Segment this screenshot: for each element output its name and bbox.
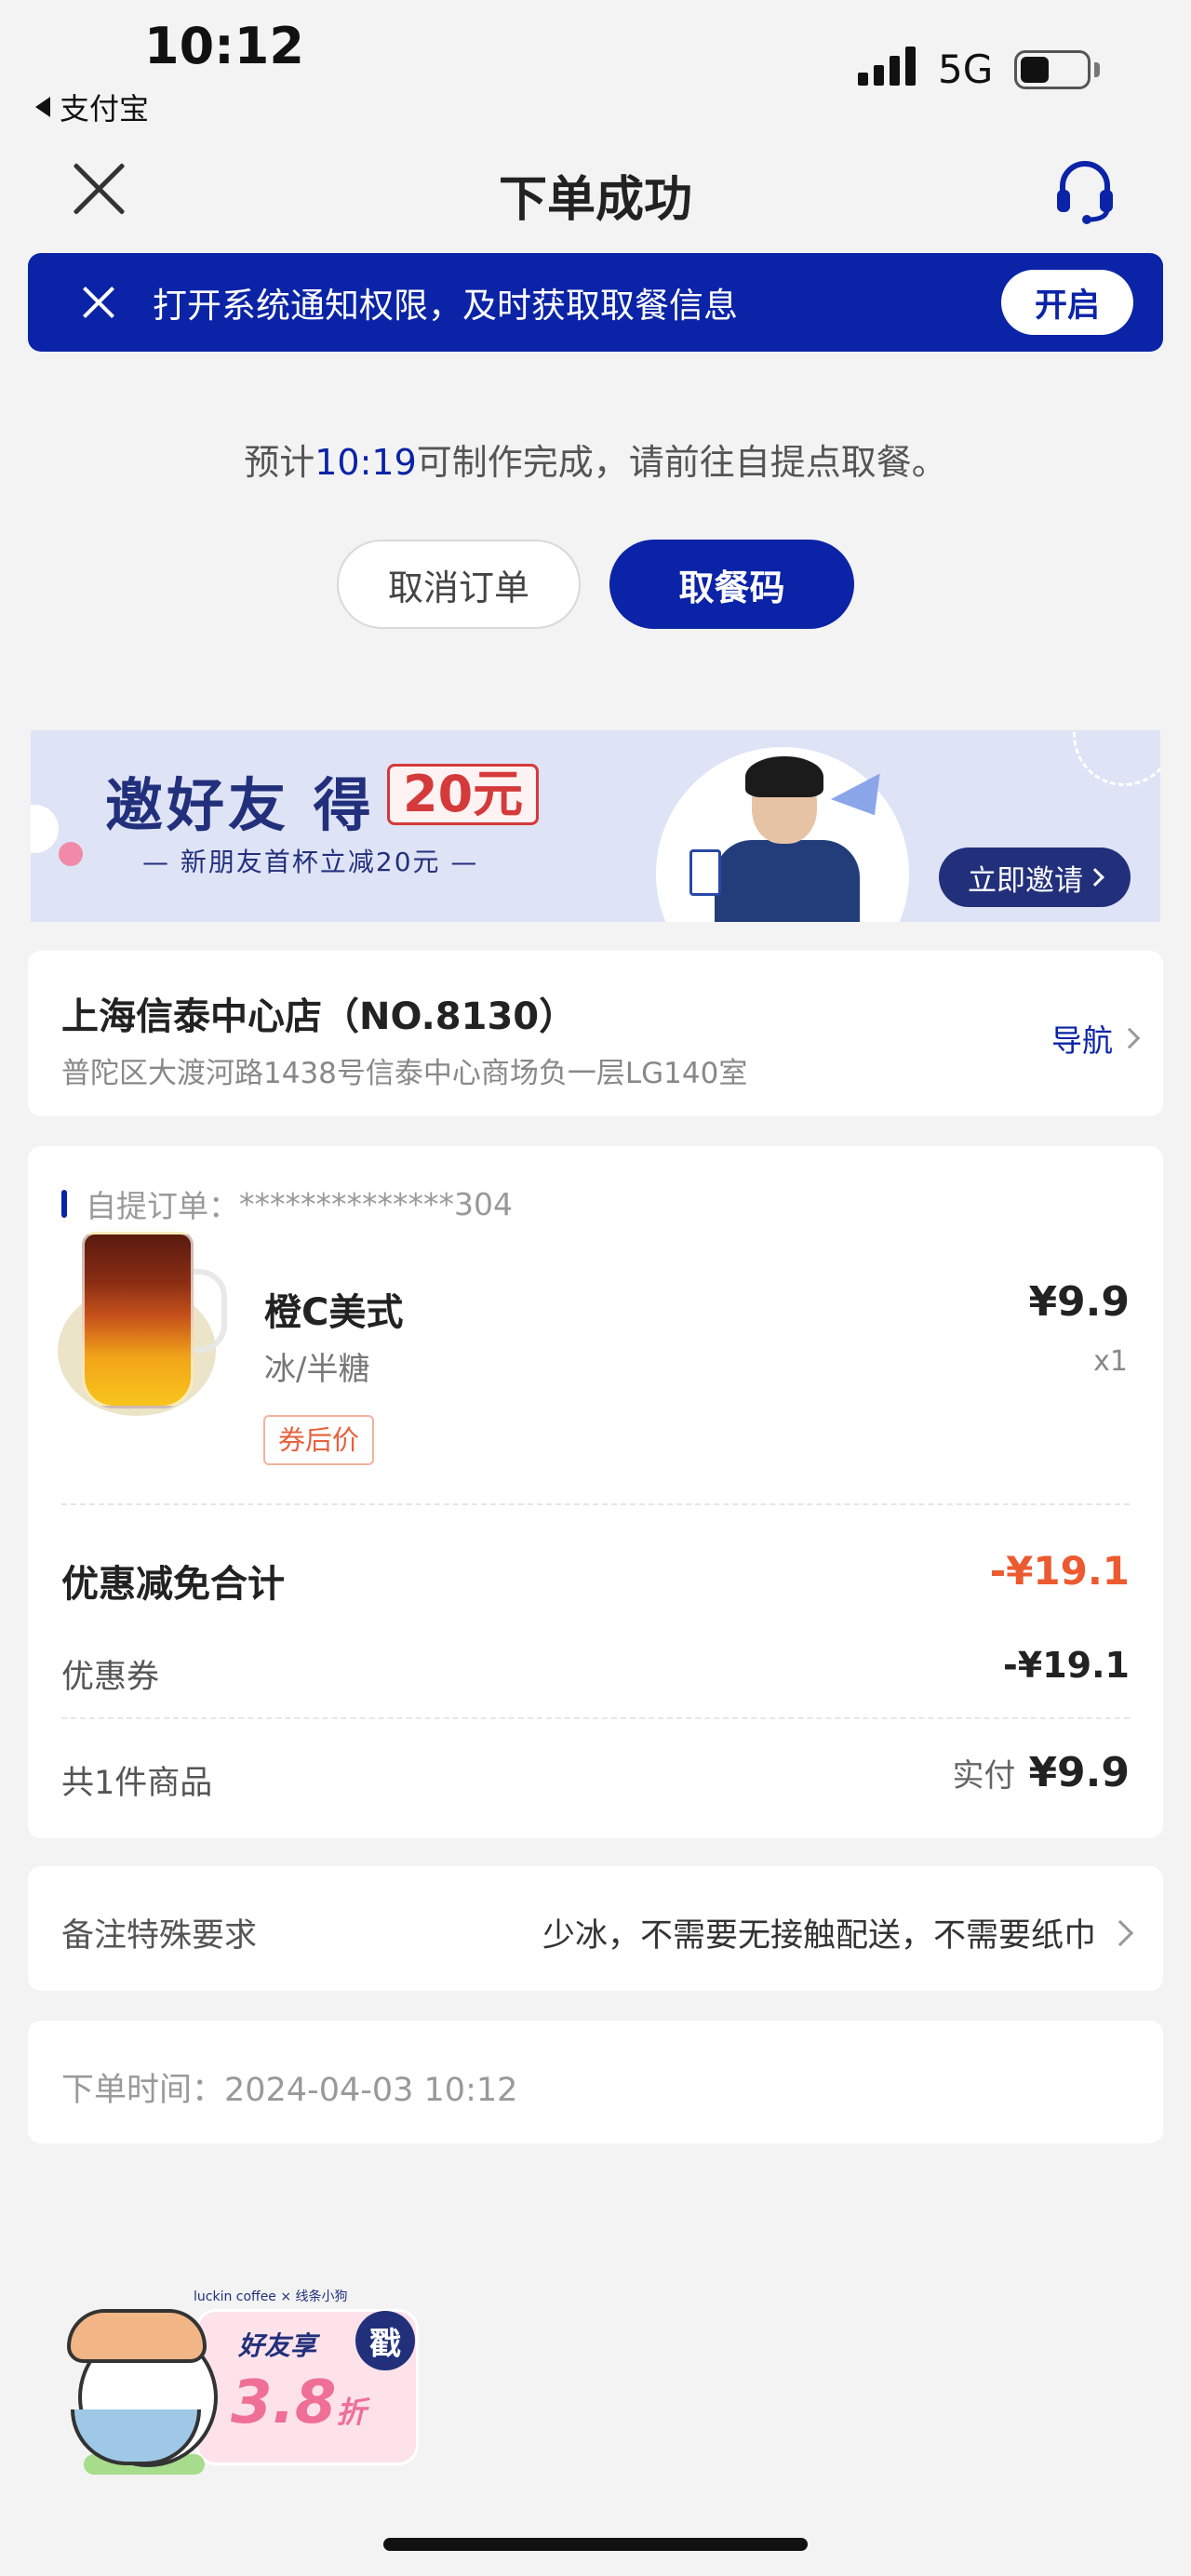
product-mug [82, 1232, 194, 1408]
signal-icon [858, 47, 916, 86]
product-image [56, 1232, 227, 1418]
enable-notification-button[interactable]: 开启 [1001, 270, 1133, 335]
eta-time: 10:19 [314, 442, 417, 483]
notice-text: 打开系统通知权限，及时获取取餐信息 [153, 286, 738, 326]
invite-now-button[interactable]: 立即邀请 [939, 848, 1131, 907]
bear-hat [67, 2309, 207, 2363]
product-name: 橙C美式 [264, 1291, 404, 1334]
spokesperson-hair [745, 756, 823, 797]
promo-sticker[interactable]: luckin coffee × 线条小狗 好友享 3.8折 戳 [65, 2289, 428, 2475]
promo-text: 好友享 [238, 2330, 317, 2361]
invite-title: 邀好友 得 [105, 771, 375, 839]
chevron-right-icon [1106, 1919, 1134, 1946]
invite-friends-banner[interactable]: 邀好友 得 20元 — 新朋友首杯立减20元 — 立即邀请 [31, 730, 1160, 922]
back-app-label: 支付宝 [60, 91, 150, 127]
close-icon[interactable] [70, 160, 127, 218]
battery-icon [1014, 50, 1091, 89]
coupon-price-badge: 券后价 [263, 1415, 375, 1465]
cancel-order-button[interactable]: 取消订单 [337, 540, 581, 629]
paid-value: ¥9.9 [1028, 1749, 1130, 1796]
order-card: 自提订单： **************304 橙C美式 冰/半糖 券后价 ¥9… [28, 1146, 1163, 1838]
status-time: 10:12 [144, 17, 304, 75]
store-name: 上海信泰中心店（NO.8130） [61, 995, 577, 1038]
battery-cap [1094, 62, 1100, 77]
eta-suffix: 可制作完成，请前往自提点取餐。 [416, 442, 947, 483]
paid-label: 实付 [952, 1757, 1016, 1795]
order-header: 自提订单： **************304 [61, 1181, 513, 1226]
invite-amount: 20元 [387, 764, 540, 825]
chevron-right-icon [1086, 868, 1104, 887]
eta-prefix: 预计 [244, 442, 315, 483]
coffee-cup-icon [689, 849, 721, 896]
divider [61, 1503, 1130, 1505]
promo-discount: 3.8折 [231, 2369, 366, 2437]
home-indicator[interactable] [383, 2538, 808, 2551]
invite-now-label: 立即邀请 [968, 863, 1083, 898]
product-price: ¥9.9 [1028, 1278, 1130, 1326]
shell-decor-icon [1073, 730, 1160, 786]
promo-brand: luckin coffee × 线条小狗 [194, 2289, 348, 2304]
spokesperson-image [715, 840, 860, 922]
order-time: 下单时间：2024-04-03 10:12 [61, 2072, 518, 2109]
invite-subtitle: — 新朋友首杯立减20元 — [142, 847, 479, 877]
notification-permission-banner: 打开系统通知权限，及时获取取餐信息 开启 [28, 253, 1163, 352]
chevron-right-icon [1118, 1027, 1141, 1049]
product-quantity: x1 [1093, 1345, 1128, 1378]
item-count-label: 共1件商品 [61, 1765, 213, 1802]
navigate-link[interactable]: 导航 [1051, 1016, 1141, 1061]
eta-message: 预计10:19可制作完成，请前往自提点取餐。 [0, 434, 1191, 485]
discount-total-label: 优惠减免合计 [61, 1563, 285, 1606]
order-number: **************304 [239, 1185, 513, 1222]
headset-icon[interactable] [1051, 156, 1118, 225]
pickup-code-button[interactable]: 取餐码 [609, 540, 854, 629]
promo-stamp: 戳 [355, 2311, 415, 2370]
coupon-value: -¥19.1 [1003, 1645, 1130, 1686]
store-address: 普陀区大渡河路1438号信泰中心商场负一层LG140室 [61, 1057, 748, 1090]
promo-discount-unit: 折 [336, 2395, 367, 2430]
paid-amount: 实付 ¥9.9 [952, 1749, 1130, 1796]
discount-total-value: -¥19.1 [989, 1548, 1130, 1594]
back-triangle-icon [35, 97, 50, 117]
product-spec: 冰/半糖 [264, 1351, 370, 1388]
page-title: 下单成功 [498, 172, 692, 228]
decor-dot [31, 805, 59, 853]
back-to-app-link[interactable]: 支付宝 [35, 86, 149, 128]
decor-dot [59, 842, 83, 866]
order-time-card: 下单时间：2024-04-03 10:12 [28, 2021, 1163, 2143]
accent-bar [61, 1190, 67, 1218]
navigate-label: 导航 [1051, 1022, 1113, 1059]
divider [61, 1717, 1130, 1719]
coupon-label: 优惠券 [61, 1659, 160, 1696]
remark-value-row: 少冰，不需要无接触配送，不需要纸巾 [542, 1909, 1134, 1956]
order-header-label: 自提订单： [86, 1188, 239, 1224]
close-icon[interactable] [82, 286, 115, 319]
network-label: 5G [938, 47, 994, 92]
store-card: 上海信泰中心店（NO.8130） 普陀区大渡河路1438号信泰中心商场负一层LG… [28, 951, 1163, 1116]
promo-discount-value: 3.8 [231, 2369, 337, 2437]
remark-card[interactable]: 备注特殊要求 少冰，不需要无接触配送，不需要纸巾 [28, 1866, 1163, 1991]
battery-fill [1021, 57, 1049, 83]
remark-value: 少冰，不需要无接触配送，不需要纸巾 [542, 1917, 1096, 1955]
remark-label: 备注特殊要求 [61, 1917, 258, 1955]
